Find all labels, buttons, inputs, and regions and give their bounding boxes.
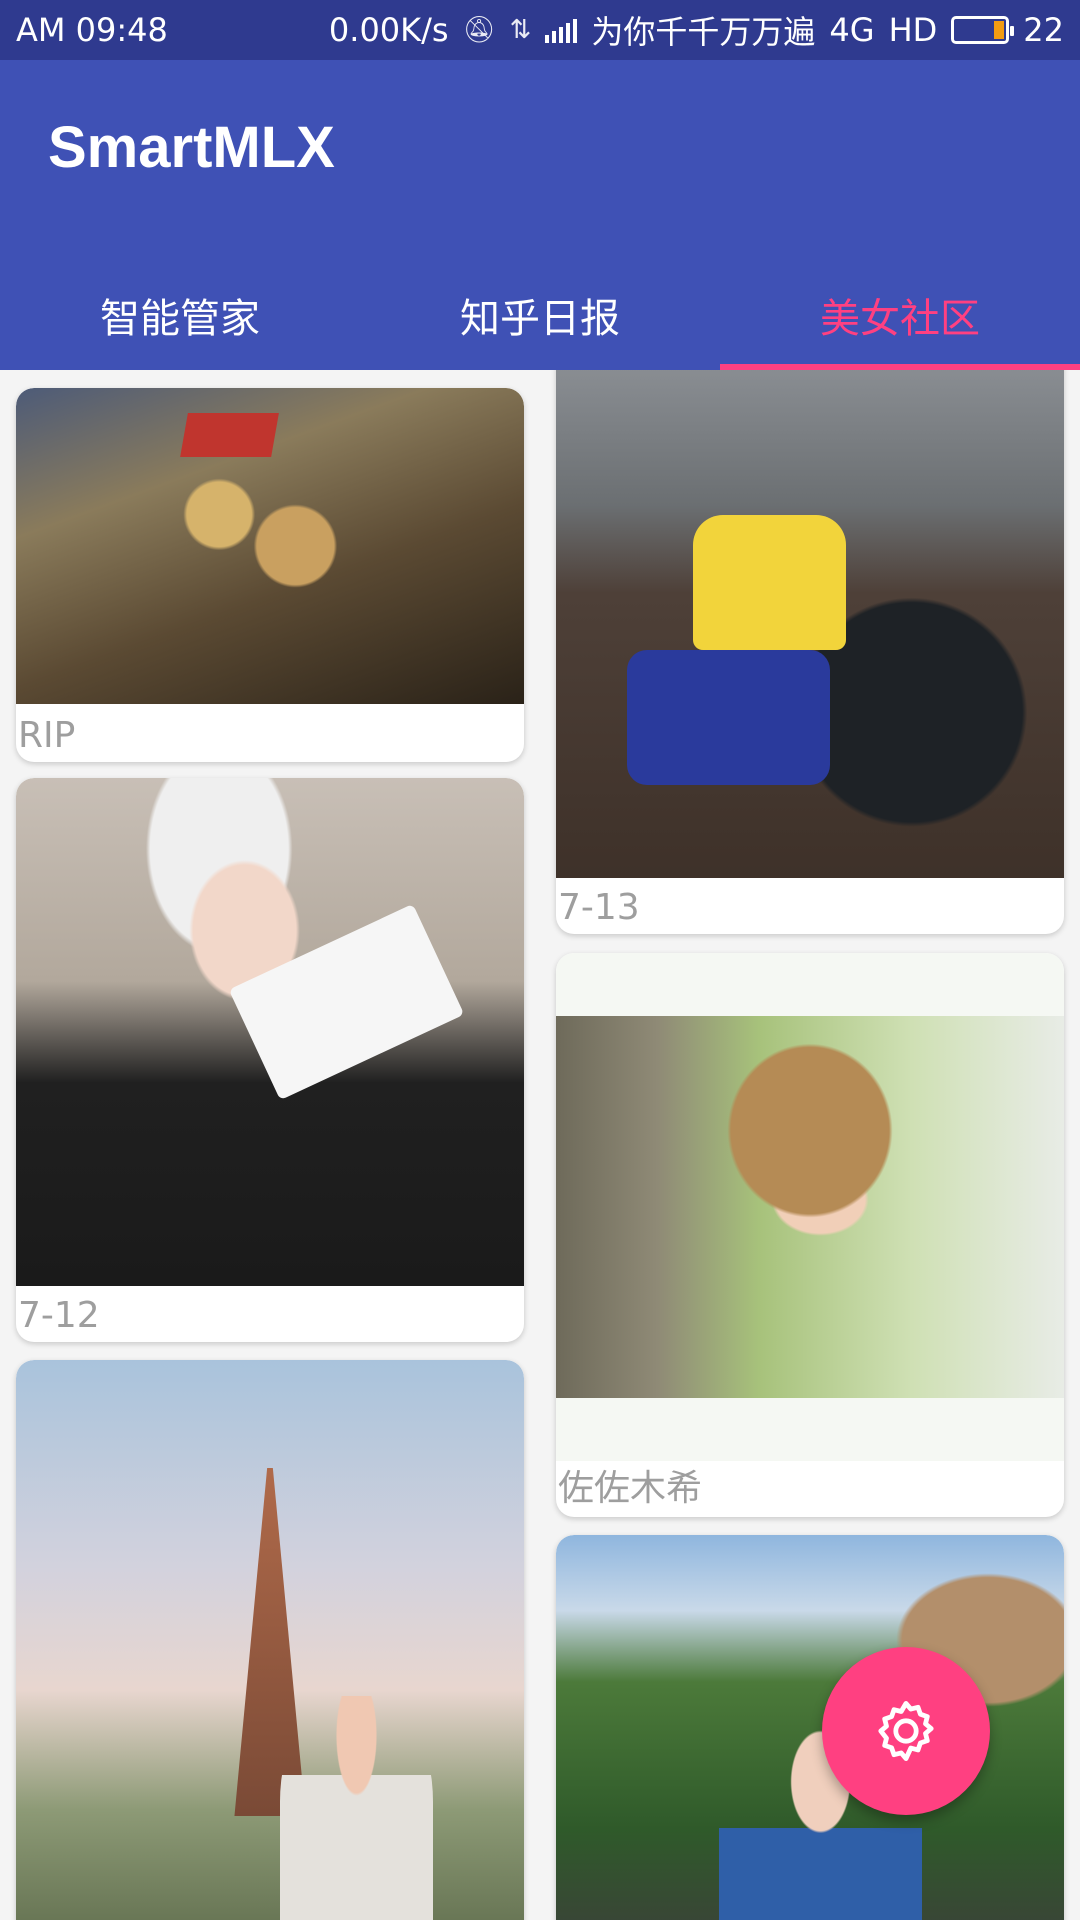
tab-smart-butler[interactable]: 智能管家 (0, 260, 360, 370)
app-title: SmartMLX (48, 115, 335, 180)
photo-card[interactable]: 7-12 (16, 778, 524, 1342)
mute-bell-icon: 🔕︎ (462, 15, 496, 45)
status-time: AM 09:48 (16, 11, 168, 49)
tab-bar: 智能管家 知乎日报 美女社区 (0, 260, 1080, 370)
network-type: 4G (829, 11, 875, 49)
photo-caption: RIP (18, 715, 76, 756)
hd-indicator: HD (888, 11, 938, 49)
photo-caption: 7-13 (558, 887, 640, 928)
settings-fab[interactable] (822, 1647, 990, 1815)
status-bar: AM 09:48 0.00K/s 🔕︎ ⇅ 为你千千万万遍 4G HD 22 (0, 0, 1080, 60)
photo-card[interactable]: 佐佐木希 (556, 953, 1064, 1517)
photo-caption: 7-12 (18, 1295, 100, 1336)
battery-icon (951, 16, 1015, 44)
photo-image (556, 370, 1064, 878)
photo-image-frame (556, 953, 1064, 1461)
photo-image (16, 388, 524, 704)
photo-card[interactable]: RIP (16, 388, 524, 762)
photo-caption: 佐佐木希 (558, 1468, 703, 1509)
data-arrows-icon: ⇅ (509, 15, 532, 45)
app-bar: SmartMLX 智能管家 知乎日报 美女社区 (0, 60, 1080, 370)
tab-beauty-community[interactable]: 美女社区 (720, 260, 1080, 370)
photo-card[interactable]: 7-13 (556, 370, 1064, 934)
network-speed: 0.00K/s (328, 11, 449, 49)
photo-image (16, 1360, 524, 1920)
photo-image (556, 1016, 1064, 1398)
photo-card[interactable] (16, 1360, 524, 1920)
photo-image (16, 778, 524, 1286)
gear-icon (878, 1701, 934, 1761)
carrier-name: 为你千千万万遍 (591, 13, 816, 51)
battery-level: 22 (1023, 11, 1064, 49)
tab-zhihu-daily[interactable]: 知乎日报 (360, 260, 720, 370)
signal-icon (545, 17, 578, 43)
